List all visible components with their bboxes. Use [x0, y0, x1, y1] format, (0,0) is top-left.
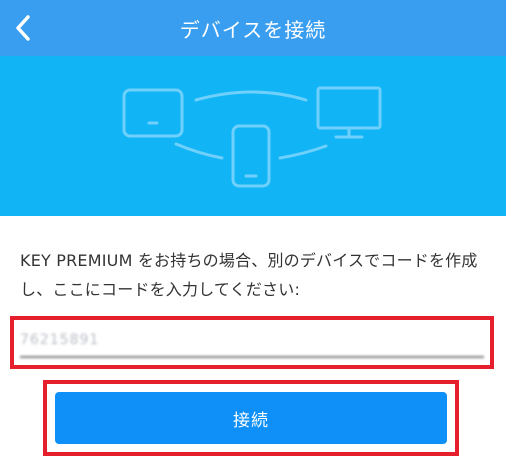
chevron-left-icon [16, 15, 30, 41]
connect-button[interactable]: 接続 [55, 392, 447, 444]
code-input-highlight [10, 316, 494, 369]
connected-devices-icon [122, 86, 382, 188]
app-header: デバイスを接続 [0, 0, 506, 56]
back-button[interactable] [0, 0, 48, 56]
connect-button-highlight: 接続 [43, 380, 459, 456]
page-title: デバイスを接続 [179, 17, 327, 42]
code-input[interactable] [20, 324, 484, 358]
devices-banner [0, 56, 506, 216]
instruction-text: KEY PREMIUM をお持ちの場合、別のデバイスでコードを作成し、ここにコー… [20, 251, 478, 299]
